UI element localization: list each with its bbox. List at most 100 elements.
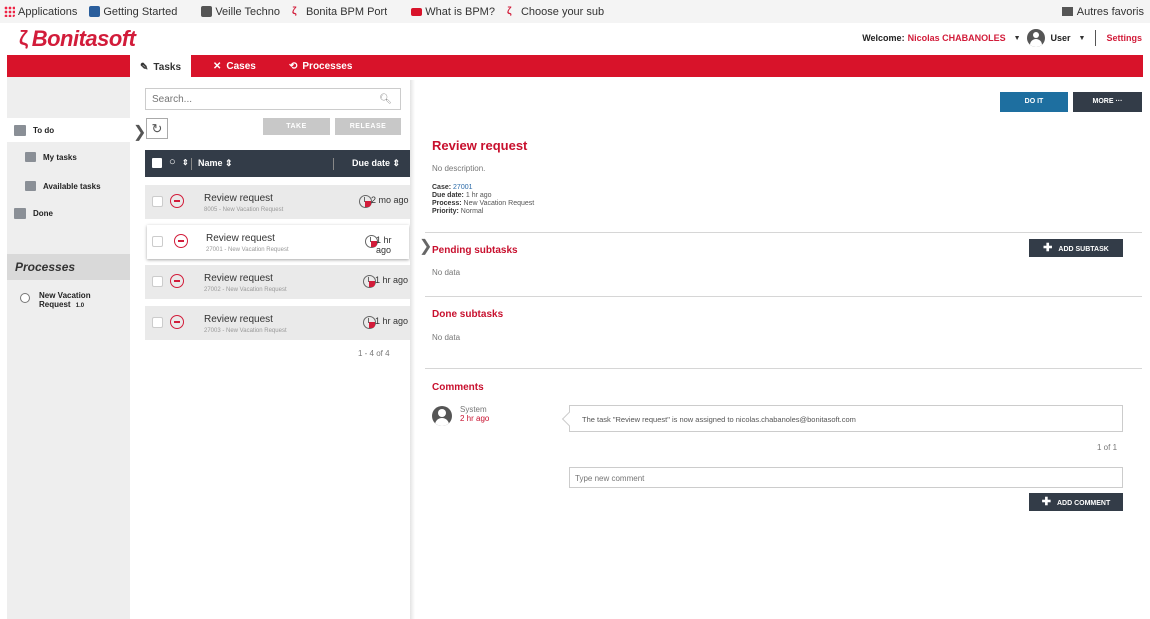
release-button[interactable]: RELEASE — [335, 118, 401, 135]
bookmark-bonita-bpm-portal[interactable]: ζ Bonita BPM Port — [291, 6, 400, 18]
column-divider — [333, 158, 334, 170]
bonita-icon: ζ — [506, 6, 512, 17]
sidebar-item-my-tasks[interactable]: My tasks — [25, 152, 77, 162]
sidebar: To do My tasks Available tasks Done Proc… — [7, 77, 130, 619]
bonita-logo-icon: ζ — [19, 27, 28, 50]
process-line: Process: New Vacation Request — [432, 200, 535, 207]
bookmark-applications[interactable]: Applications — [4, 6, 77, 18]
done-empty: No data — [432, 333, 461, 342]
processes-heading: Processes — [7, 254, 130, 280]
case-line: Case: 27001 — [432, 184, 473, 191]
chevron-down-icon[interactable]: ▼ — [1014, 35, 1021, 42]
sidebar-item-done[interactable]: Done — [14, 208, 53, 219]
search-icon[interactable]: 🔍︎ — [379, 94, 392, 105]
comment-pager: 1 of 1 — [1097, 443, 1118, 452]
refresh-icon: ↻ — [151, 121, 163, 136]
bookmarks-bar: Applications Getting Started Veille Tech… — [0, 0, 1150, 23]
folder-icon — [201, 6, 213, 17]
done-subtasks-heading: Done subtasks — [432, 309, 504, 320]
bookmark-getting-started[interactable]: Getting Started — [89, 6, 190, 18]
tasks-icon — [25, 181, 36, 191]
table-row[interactable]: Review request 27003 - New Vacation Requ… — [145, 306, 410, 340]
column-name[interactable]: Name ⇕ — [198, 158, 233, 169]
profile-selector[interactable]: User — [1051, 33, 1071, 43]
refresh-button[interactable]: ↻ — [146, 118, 168, 139]
row-checkbox[interactable] — [152, 236, 163, 247]
avatar-icon — [432, 406, 452, 426]
plus-icon: ✚ — [1041, 496, 1051, 508]
shuffle-icon: ✕ — [213, 60, 222, 72]
user-avatar-icon[interactable] — [1026, 29, 1045, 47]
tab-cases[interactable]: ✕ Cases — [203, 55, 266, 77]
main-nav: ✎ Tasks ✕ Cases ⟲ Processes — [7, 55, 1143, 79]
comment-text: The task "Review request" is now assigne… — [569, 405, 1123, 432]
select-all-checkbox[interactable] — [152, 158, 162, 168]
column-divider — [191, 158, 192, 170]
bookmark-what-is-bpm[interactable]: What is BPM? — [411, 6, 495, 18]
do-it-button[interactable]: DO IT — [1000, 92, 1068, 112]
priority-icon — [170, 274, 184, 288]
flag-icon — [411, 7, 423, 16]
table-row[interactable]: Review request 8005 - New Vacation Reque… — [145, 185, 410, 219]
username-link[interactable]: Nicolas CHABANOLES — [908, 33, 1006, 43]
welcome-label: Welcome: — [862, 33, 905, 43]
task-description: No description. — [432, 164, 486, 173]
chevron-right-icon[interactable]: ❯ — [419, 236, 432, 256]
panel-divider — [410, 80, 415, 619]
settings-link[interactable]: Settings — [1106, 33, 1142, 43]
sidebar-item-available-tasks[interactable]: Available tasks — [25, 181, 101, 191]
pending-empty: No data — [432, 268, 461, 277]
sidebar-process-new-vacation[interactable]: New Vacation Request 1.0 — [20, 291, 109, 311]
process-icon: ⟲ — [289, 60, 298, 72]
plus-icon: ✚ — [1043, 242, 1053, 254]
radio-icon[interactable] — [20, 293, 30, 303]
bookmark-veille-techno[interactable]: Veille Techno — [201, 6, 280, 18]
task-list-pager: 1 - 4 of 4 — [358, 349, 390, 358]
priority-icon — [174, 234, 188, 248]
chevron-left-icon[interactable]: ❯ — [133, 122, 146, 142]
task-title: Review request — [432, 138, 528, 153]
case-link[interactable]: 27001 — [453, 184, 472, 191]
add-comment-button[interactable]: ✚ ADD COMMENT — [1029, 493, 1123, 511]
bonita-icon: ζ — [291, 6, 297, 17]
row-checkbox[interactable] — [152, 276, 163, 287]
bonitasoft-logo[interactable]: ζ Bonitasoft — [19, 26, 136, 52]
user-area: Welcome: Nicolas CHABANOLES ▼ User ▼ Set… — [862, 29, 1142, 47]
table-row[interactable]: Review request 27002 - New Vacation Requ… — [145, 265, 410, 299]
priority-icon — [170, 315, 184, 329]
comment-input[interactable] — [570, 469, 1110, 488]
task-list-header: ○ ⇕ Name ⇕ Due date ⇕ — [145, 150, 410, 177]
tab-processes[interactable]: ⟲ Processes — [279, 55, 362, 77]
tasks-icon — [25, 152, 36, 162]
divider — [425, 232, 1142, 233]
bookmark-choose-your-sub[interactable]: ζ Choose your sub — [506, 6, 617, 18]
divider — [425, 296, 1142, 297]
priority-sort-icon[interactable]: ○ — [169, 156, 176, 168]
pending-subtasks-heading: Pending subtasks — [432, 245, 518, 256]
folder-icon — [1061, 7, 1073, 16]
edit-icon: ✎ — [140, 61, 149, 73]
firefox-page-icon — [89, 6, 101, 17]
search-field[interactable]: 🔍︎ — [145, 88, 401, 110]
priority-line: Priority: Normal — [432, 208, 484, 215]
chevron-down-icon[interactable]: ▼ — [1079, 35, 1086, 42]
bonita-portal-page: Applications Getting Started Veille Tech… — [0, 0, 1150, 619]
apps-grid-icon — [4, 6, 15, 17]
row-checkbox[interactable] — [152, 196, 163, 207]
comments-heading: Comments — [432, 382, 484, 393]
table-row-selected[interactable]: Review request 27001 - New Vacation Requ… — [147, 225, 409, 259]
add-subtask-button[interactable]: ✚ ADD SUBTASK — [1029, 239, 1123, 257]
due-date-line: Due date: 1 hr ago — [432, 192, 492, 199]
row-checkbox[interactable] — [152, 317, 163, 328]
app-header: ζ Bonitasoft Welcome: Nicolas CHABANOLES… — [0, 23, 1150, 55]
more-button[interactable]: MORE ··· — [1073, 92, 1142, 112]
bookmark-other-favorites[interactable]: Autres favoris — [1061, 0, 1144, 23]
column-due-date[interactable]: Due date ⇕ — [352, 158, 400, 169]
sort-icon[interactable]: ⇕ — [182, 158, 189, 167]
inbox-icon — [14, 124, 26, 136]
take-button[interactable]: TAKE — [263, 118, 330, 135]
sidebar-item-todo[interactable]: To do — [7, 118, 130, 142]
comment-field[interactable] — [569, 467, 1123, 488]
search-input[interactable] — [146, 89, 376, 110]
tab-tasks[interactable]: ✎ Tasks — [130, 55, 192, 79]
